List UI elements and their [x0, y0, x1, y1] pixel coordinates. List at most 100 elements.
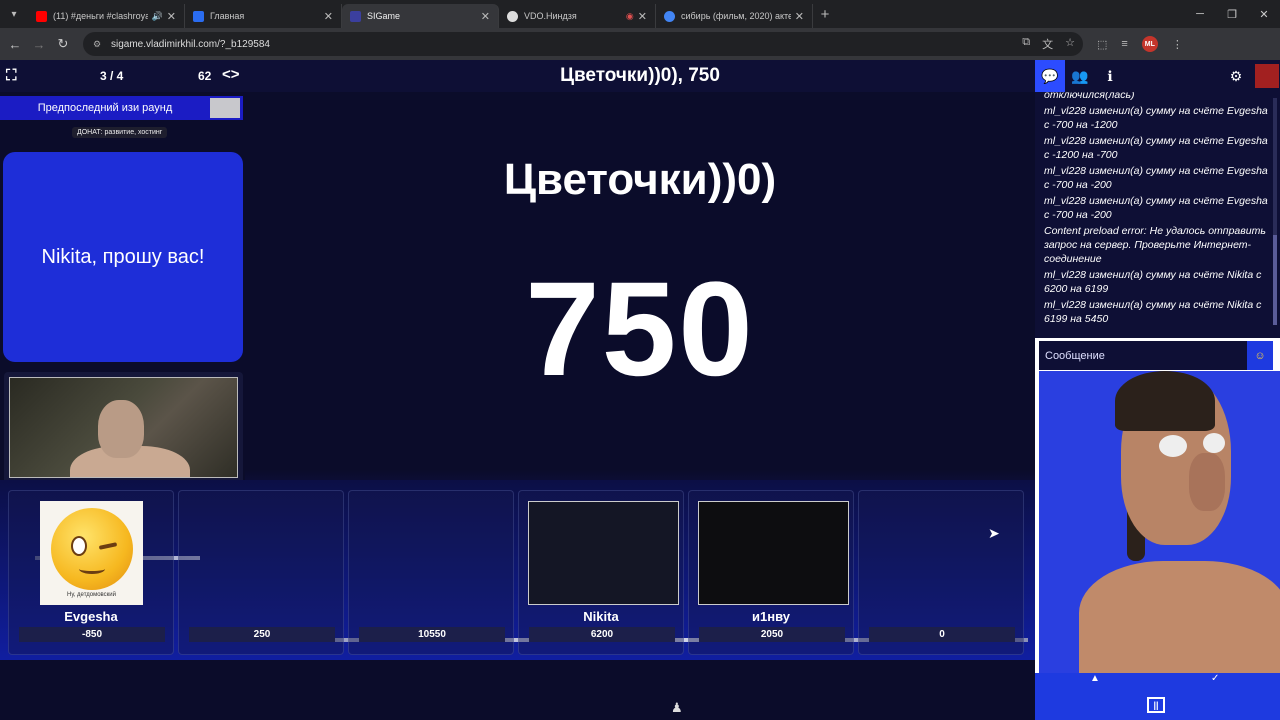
player-avatar-frame — [528, 501, 679, 605]
showman-card: Nikita, прошу вас! — [3, 152, 243, 362]
player-score: 2050 — [699, 627, 845, 642]
tab-search-icon[interactable]: ▾ — [0, 0, 28, 28]
nav-arrows-icon[interactable]: <> — [222, 66, 240, 83]
message-input[interactable]: Сообщение — [1039, 341, 1248, 370]
cartoon-hair-shape — [1115, 371, 1215, 431]
install-icon[interactable]: ⧉ — [1022, 36, 1030, 52]
tab-title: SIGame — [367, 11, 401, 21]
menu-icon[interactable]: ⋮ — [1172, 38, 1183, 51]
cartoon-body-shape — [1079, 561, 1280, 673]
sigame-logo-icon[interactable]: ⛶ — [6, 67, 17, 84]
person-icon[interactable]: ▲ — [1090, 673, 1100, 684]
extensions-icon[interactable]: ⬚ — [1097, 38, 1107, 51]
player-card[interactable]: и1нву 2050 — [688, 490, 854, 655]
players-row: Ну, детдомовский Evgesha -850 250 10550 … — [8, 490, 1028, 655]
tab-vdo[interactable]: VDO.Ниндзя ◉ ✕ — [499, 4, 656, 28]
close-tab-icon[interactable]: ✕ — [481, 10, 490, 23]
mouse-cursor-icon: ➤ — [988, 525, 1000, 541]
reload-icon[interactable]: ↻ — [51, 36, 75, 52]
player-card[interactable]: Nikita 6200 — [518, 490, 684, 655]
google-icon — [664, 10, 675, 22]
timer: 62 — [198, 69, 212, 83]
close-tab-icon[interactable]: ✕ — [638, 10, 647, 23]
player-score: 0 — [869, 627, 1015, 642]
url-text: sigame.vladimirkhil.com/?_b129584 — [111, 38, 270, 50]
browser-toolbar: ← → ↻ ⚙ sigame.vladimirkhil.com/?_b12958… — [0, 28, 1280, 60]
speaker-icon[interactable]: 🔊 — [152, 11, 163, 22]
translate-icon[interactable]: 文 — [1042, 36, 1053, 52]
host-face-shape — [98, 400, 144, 458]
reading-list-icon[interactable]: ≡ — [1121, 38, 1127, 50]
users-icon[interactable]: 👥 — [1065, 60, 1095, 92]
address-bar[interactable]: ⚙ sigame.vladimirkhil.com/?_b129584 ⧉ 文 … — [83, 32, 1083, 56]
tab-sigame[interactable]: SIGame ✕ — [342, 4, 499, 28]
bookmark-star-icon[interactable]: ☆ — [1065, 36, 1075, 52]
minimize-icon[interactable]: ─ — [1184, 8, 1216, 20]
player-score: 6200 — [529, 627, 675, 642]
cartoon-eye-shape — [1159, 435, 1187, 457]
player-score: -850 — [19, 627, 165, 642]
player-card[interactable]: 250 — [178, 490, 344, 655]
new-tab-icon[interactable]: + — [813, 6, 837, 23]
chat-message: ml_vl228 изменил(а) сумму на счёте Evges… — [1044, 135, 1268, 161]
close-window-icon[interactable]: ✕ — [1248, 8, 1280, 21]
restore-icon[interactable]: ❐ — [1216, 8, 1248, 21]
sigame-icon — [350, 10, 361, 22]
player-score: 250 — [189, 627, 335, 642]
player-score: 10550 — [359, 627, 505, 642]
player-name: Evgesha — [64, 609, 118, 624]
window-controls: ─ ❐ ✕ — [1184, 0, 1280, 28]
player-card[interactable]: 10550 — [348, 490, 514, 655]
question-theme: Цветочки))0) — [503, 155, 777, 204]
close-tab-icon[interactable]: ✕ — [324, 10, 333, 23]
info-icon[interactable]: ℹ — [1095, 60, 1125, 92]
round-square[interactable] — [210, 98, 240, 118]
chat-message: ml_vl228 изменил(а) сумму на счёте Evges… — [1044, 195, 1268, 221]
bottom-bar: ▲ ✓ || — [1035, 673, 1280, 720]
user-avatar[interactable] — [1255, 64, 1279, 88]
round-name: Предпоследний изи раунд — [37, 102, 173, 114]
chat-message: ml_vl228 изменил(а) сумму на счёте Nikit… — [1044, 299, 1262, 325]
close-tab-icon[interactable]: ✕ — [795, 10, 804, 23]
emoji-mouth — [78, 564, 105, 574]
gear-icon[interactable]: ⚙ — [1221, 60, 1251, 92]
chat-message: ml_vl228 изменил(а) сумму на счёте Nikit… — [1044, 269, 1262, 295]
tab-home[interactable]: Главная ✕ — [185, 4, 342, 28]
winking-emoji-avatar: Ну, детдомовский — [40, 501, 143, 605]
round-bar: Предпоследний изи раунд — [0, 96, 243, 120]
player-video-frame — [698, 501, 849, 605]
tab-title: сибирь (фильм, 2020) актеры — [681, 11, 791, 21]
tab-title: VDO.Ниндзя — [524, 11, 577, 21]
emoji-eye — [70, 536, 87, 556]
chat-message: ml_vl228 изменил(а) сумму на счёте Evges… — [1044, 165, 1268, 191]
check-icon[interactable]: ✓ — [1211, 673, 1219, 684]
tab-search[interactable]: сибирь (фильм, 2020) актеры ✕ — [656, 4, 813, 28]
player-name: и1нву — [752, 609, 790, 624]
site-info-icon[interactable]: ⚙ — [93, 39, 103, 50]
player-card[interactable]: Ну, детдомовский Evgesha -850 — [8, 490, 174, 655]
cartoon-nose-shape — [1189, 453, 1225, 511]
recording-icon: ◉ — [625, 10, 634, 21]
cartoon-eye-shape — [1203, 433, 1225, 453]
profile-avatar[interactable]: ML — [1141, 36, 1158, 52]
host-video — [9, 377, 238, 478]
emoji-face-icon — [50, 508, 133, 590]
player-name: Nikita — [583, 609, 619, 624]
chat-scrollbar-thumb[interactable] — [1273, 235, 1277, 325]
right-panel: 💬 👥 ℹ ⚙ отключился(лась) ml_vl228 измени… — [1035, 60, 1280, 720]
player-card[interactable]: 0 — [858, 490, 1024, 655]
chat-log[interactable]: отключился(лась) ml_vl228 изменил(а) сум… — [1035, 92, 1280, 338]
chat-message: Content preload error: Не удалось отправ… — [1044, 225, 1266, 265]
chat-icon[interactable]: 💬 — [1035, 60, 1065, 92]
forward-icon[interactable]: → — [27, 37, 51, 52]
tab-youtube[interactable]: (11) #деньги #clashroyale #cas 🔊 ✕ — [28, 4, 185, 28]
pause-icon[interactable]: || — [1147, 697, 1165, 713]
webcam-video — [1039, 371, 1280, 673]
chat-message: ml_vl228 изменил(а) сумму на счёте Evges… — [1044, 105, 1268, 131]
youtube-icon — [36, 10, 47, 22]
emoji-icon[interactable]: ☺ — [1247, 341, 1273, 370]
donate-link[interactable]: ДОНАТ: развитие, хостинг — [72, 127, 168, 138]
back-icon[interactable]: ← — [3, 37, 27, 52]
close-tab-icon[interactable]: ✕ — [167, 10, 176, 23]
chat-message: отключился(лась) — [1044, 92, 1135, 101]
